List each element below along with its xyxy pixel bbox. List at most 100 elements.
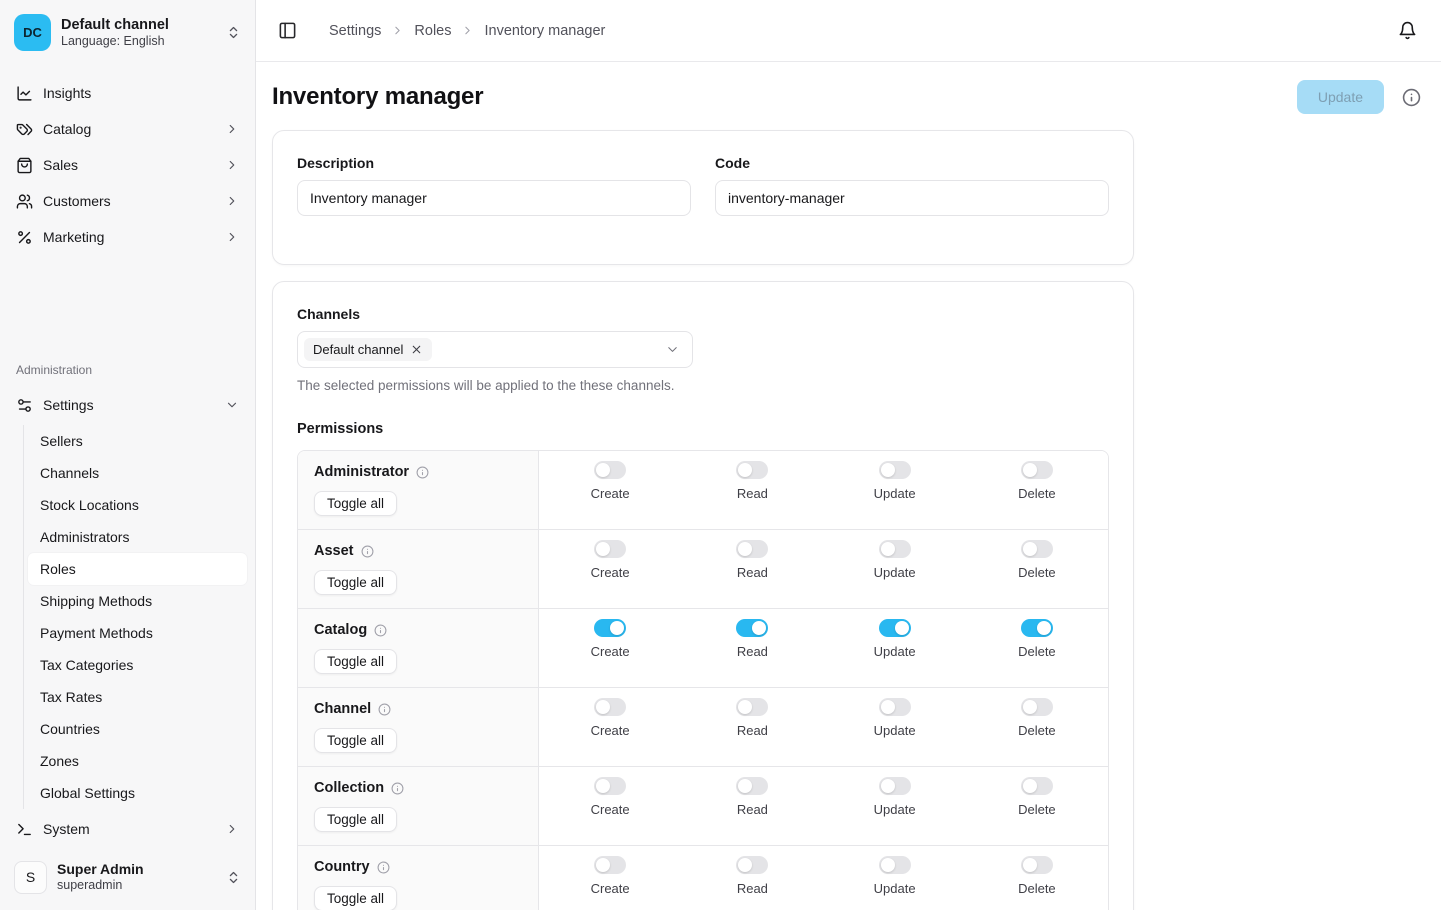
sidebar-item-customers[interactable]: Customers	[8, 183, 247, 219]
toggle-catalog-update[interactable]	[879, 619, 911, 637]
info-icon[interactable]	[391, 782, 404, 795]
toggle-collection-update[interactable]	[879, 777, 911, 795]
toggle-country-create[interactable]	[594, 856, 626, 874]
permission-column-label: Delete	[1018, 565, 1056, 580]
sidebar-subitem-countries[interactable]: Countries	[28, 713, 247, 745]
info-icon[interactable]	[378, 703, 391, 716]
permission-cell: Update	[824, 609, 966, 687]
permission-cell: Read	[681, 846, 823, 910]
sidebar-subitem-zones[interactable]: Zones	[28, 745, 247, 777]
toggle-catalog-read[interactable]	[736, 619, 768, 637]
sidebar-subitem-roles[interactable]: Roles	[28, 553, 247, 585]
sidebar-item-system[interactable]: System	[8, 811, 247, 847]
workspace-language: Language: English	[61, 34, 216, 50]
permission-column-label: Update	[874, 486, 916, 501]
toggle-country-delete[interactable]	[1021, 856, 1053, 874]
toggle-all-button-asset[interactable]: Toggle all	[314, 570, 397, 595]
toggle-all-button-country[interactable]: Toggle all	[314, 886, 397, 910]
channels-select[interactable]: Default channel	[297, 331, 693, 368]
toggle-channel-delete[interactable]	[1021, 698, 1053, 716]
workspace-switcher[interactable]: DC Default channel Language: English	[8, 10, 247, 59]
toggle-catalog-delete[interactable]	[1021, 619, 1053, 637]
description-field-group: Description	[297, 155, 691, 216]
permissions-table: Administrator Toggle all Create Read Upd…	[297, 450, 1109, 910]
sidebar-item-insights[interactable]: Insights	[8, 75, 247, 111]
toggle-asset-update[interactable]	[879, 540, 911, 558]
workspace-name: Default channel	[61, 16, 216, 34]
chevron-right-icon	[461, 24, 474, 37]
permission-entity-cell: Catalog Toggle all	[298, 609, 539, 687]
permission-column-label: Create	[591, 644, 630, 659]
sidebar-toggle-icon[interactable]	[274, 17, 301, 44]
permission-column-label: Read	[737, 723, 768, 738]
toggle-collection-delete[interactable]	[1021, 777, 1053, 795]
toggle-country-update[interactable]	[879, 856, 911, 874]
toggle-catalog-create[interactable]	[594, 619, 626, 637]
chevron-right-icon	[225, 194, 239, 208]
remove-channel-icon[interactable]	[410, 343, 423, 356]
bell-icon[interactable]	[1394, 17, 1421, 44]
permission-entity-name: Catalog	[314, 622, 367, 638]
info-icon[interactable]	[361, 545, 374, 558]
chevron-right-icon	[225, 158, 239, 172]
permission-row-channel: Channel Toggle all Create Read Update De…	[298, 687, 1108, 766]
toggle-collection-read[interactable]	[736, 777, 768, 795]
chevron-down-icon	[665, 342, 680, 357]
sidebar-subitem-sellers[interactable]: Sellers	[28, 425, 247, 457]
settings-sliders-icon	[16, 397, 33, 414]
sidebar-item-catalog[interactable]: Catalog	[8, 111, 247, 147]
toggle-all-button-administrator[interactable]: Toggle all	[314, 491, 397, 516]
toggle-all-button-collection[interactable]: Toggle all	[314, 807, 397, 832]
info-icon[interactable]	[377, 861, 390, 874]
info-icon[interactable]	[1402, 88, 1421, 107]
sidebar-subitem-tax-categories[interactable]: Tax Categories	[28, 649, 247, 681]
permission-row-collection: Collection Toggle all Create Read Update…	[298, 766, 1108, 845]
permission-column-label: Create	[591, 565, 630, 580]
permission-column-label: Read	[737, 565, 768, 580]
sidebar-item-sales[interactable]: Sales	[8, 147, 247, 183]
sidebar-subitem-channels[interactable]: Channels	[28, 457, 247, 489]
toggle-administrator-update[interactable]	[879, 461, 911, 479]
description-input[interactable]	[297, 180, 691, 216]
user-username: superadmin	[57, 878, 216, 894]
sidebar-subitem-shipping-methods[interactable]: Shipping Methods	[28, 585, 247, 617]
toggle-channel-create[interactable]	[594, 698, 626, 716]
sidebar-item-marketing[interactable]: Marketing	[8, 219, 247, 255]
toggle-channel-update[interactable]	[879, 698, 911, 716]
toggle-administrator-delete[interactable]	[1021, 461, 1053, 479]
sidebar-subitem-global-settings[interactable]: Global Settings	[28, 777, 247, 809]
breadcrumb-settings[interactable]: Settings	[329, 23, 381, 39]
permission-column-label: Read	[737, 881, 768, 896]
toggle-administrator-create[interactable]	[594, 461, 626, 479]
permission-column-label: Update	[874, 644, 916, 659]
permission-column-label: Delete	[1018, 644, 1056, 659]
sidebar-subitem-stock-locations[interactable]: Stock Locations	[28, 489, 247, 521]
toggle-asset-delete[interactable]	[1021, 540, 1053, 558]
chevron-down-icon	[225, 398, 239, 412]
permission-cell: Create	[539, 846, 681, 910]
toggle-all-button-channel[interactable]: Toggle all	[314, 728, 397, 753]
permission-entity-cell: Country Toggle all	[298, 846, 539, 910]
sidebar-subitem-payment-methods[interactable]: Payment Methods	[28, 617, 247, 649]
sidebar-subitem-tax-rates[interactable]: Tax Rates	[28, 681, 247, 713]
code-input[interactable]	[715, 180, 1109, 216]
sidebar-item-settings[interactable]: Settings	[8, 387, 247, 423]
toggle-asset-read[interactable]	[736, 540, 768, 558]
toggle-asset-create[interactable]	[594, 540, 626, 558]
toggle-country-read[interactable]	[736, 856, 768, 874]
info-icon[interactable]	[374, 624, 387, 637]
permission-cell: Update	[824, 688, 966, 766]
breadcrumb-roles[interactable]: Roles	[414, 23, 451, 39]
permission-row-administrator: Administrator Toggle all Create Read Upd…	[298, 451, 1108, 529]
channels-helper-text: The selected permissions will be applied…	[297, 378, 1109, 393]
toggle-administrator-read[interactable]	[736, 461, 768, 479]
channels-label: Channels	[297, 306, 1109, 322]
toggle-channel-read[interactable]	[736, 698, 768, 716]
user-menu[interactable]: S Super Admin superadmin	[8, 855, 247, 900]
info-icon[interactable]	[416, 466, 429, 479]
main-area: Settings Roles Inventory manager Invento…	[256, 0, 1441, 910]
toggle-collection-create[interactable]	[594, 777, 626, 795]
toggle-all-button-catalog[interactable]: Toggle all	[314, 649, 397, 674]
update-button[interactable]: Update	[1297, 80, 1384, 114]
sidebar-subitem-administrators[interactable]: Administrators	[28, 521, 247, 553]
